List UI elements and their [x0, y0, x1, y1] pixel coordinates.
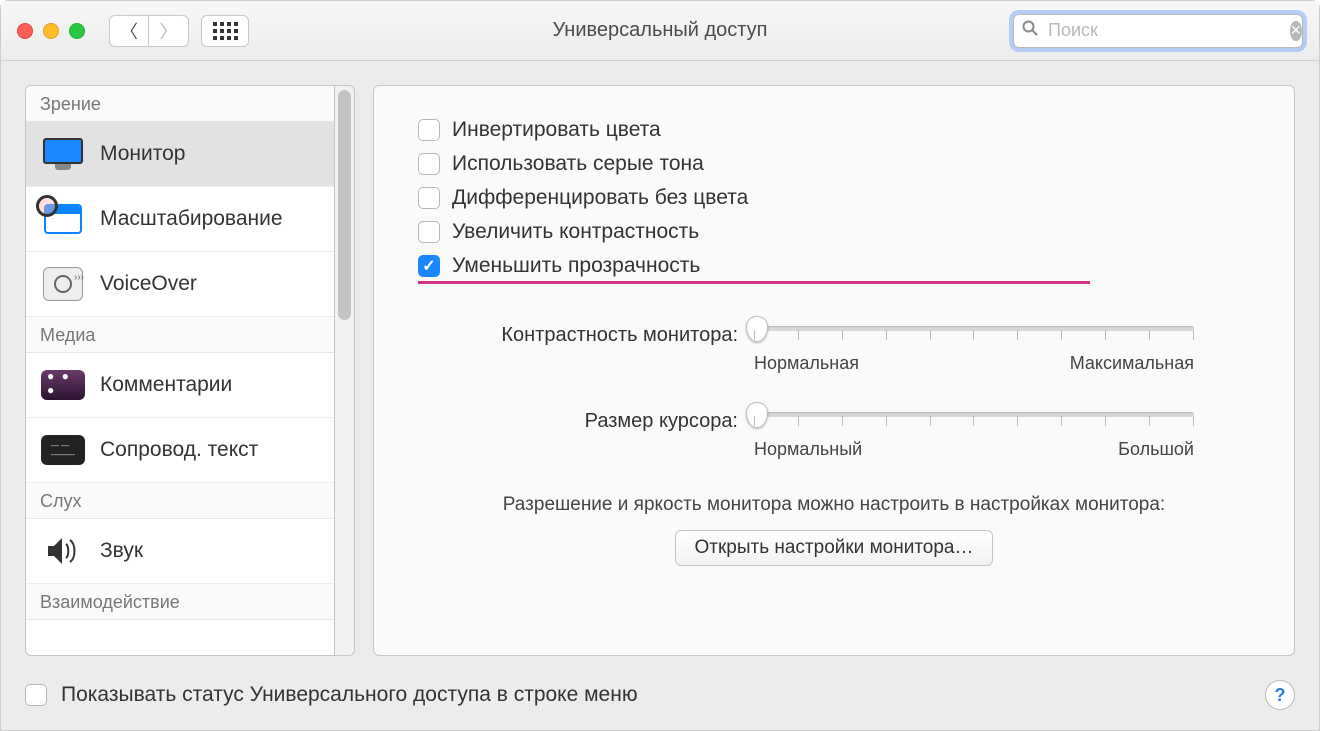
- sidebar-item-label: VoiceOver: [100, 272, 197, 296]
- slider-max-label: Максимальная: [1070, 353, 1194, 374]
- checkbox-icon: [418, 187, 440, 209]
- search-icon: [1022, 20, 1038, 41]
- minimize-window-button[interactable]: [43, 23, 59, 39]
- checkbox-increase-contrast[interactable]: Увеличить контрастность: [418, 220, 1250, 244]
- scrollbar-thumb[interactable]: [338, 90, 351, 320]
- cursor-label: Размер курсора:: [418, 408, 738, 433]
- sidebar-scrollbar[interactable]: [335, 85, 355, 656]
- sidebar-item-captions[interactable]: — ———— Сопровод. текст: [26, 418, 334, 483]
- monitor-icon: [40, 134, 86, 174]
- sidebar-item-label: Сопровод. текст: [100, 438, 258, 462]
- window-title: Универсальный доступ: [552, 19, 767, 42]
- sidebar-container: Зрение Монитор Масштабирование ›››: [25, 85, 355, 656]
- search-input[interactable]: [1046, 19, 1282, 42]
- show-all-button[interactable]: [201, 15, 249, 47]
- traffic-lights: [17, 23, 85, 39]
- checkbox-reduce-transparency[interactable]: Уменьшить прозрачность: [418, 254, 1250, 278]
- sidebar-item-label: Звук: [100, 539, 143, 563]
- show-status-label[interactable]: Показывать статус Универсального доступа…: [61, 683, 638, 707]
- section-header-vision: Зрение: [26, 86, 334, 122]
- checkbox-differentiate-without-color[interactable]: Дифференцировать без цвета: [418, 186, 1250, 210]
- sliders: Контрастность монитора: Нормальная Макси…: [418, 322, 1250, 460]
- cursor-slider[interactable]: Нормальный Большой: [754, 408, 1194, 460]
- checkbox-icon[interactable]: [25, 684, 47, 706]
- section-header-media: Медиа: [26, 317, 334, 353]
- contrast-slider-row: Контрастность монитора: Нормальная Макси…: [418, 322, 1250, 374]
- checkbox-label: Инвертировать цвета: [452, 118, 661, 142]
- checkbox-icon: [418, 153, 440, 175]
- zoom-icon: [40, 199, 86, 239]
- checkbox-invert-colors[interactable]: Инвертировать цвета: [418, 118, 1250, 142]
- section-header-hearing: Слух: [26, 483, 334, 519]
- forward-button[interactable]: 〉: [149, 15, 189, 47]
- main-panel: Инвертировать цвета Использовать серые т…: [373, 85, 1295, 656]
- clear-search-button[interactable]: ✕: [1290, 21, 1302, 41]
- sidebar-item-zoom[interactable]: Масштабирование: [26, 187, 334, 252]
- section-header-interaction: Взаимодействие: [26, 584, 334, 620]
- voiceover-icon: ›››: [40, 264, 86, 304]
- slider-min-label: Нормальная: [754, 353, 859, 374]
- sidebar-item-label: Комментарии: [100, 373, 232, 397]
- checkbox-label: Дифференцировать без цвета: [452, 186, 748, 210]
- footer: Показывать статус Универсального доступа…: [1, 668, 1319, 730]
- sidebar-item-monitor[interactable]: Монитор: [26, 122, 334, 187]
- sound-icon: [40, 531, 86, 571]
- checkbox-label: Уменьшить прозрачность: [452, 254, 700, 278]
- captions-icon: — ————: [40, 430, 86, 470]
- checkbox-label: Использовать серые тона: [452, 152, 704, 176]
- highlight-underline: [418, 281, 1090, 284]
- sidebar: Зрение Монитор Масштабирование ›››: [25, 85, 335, 656]
- sidebar-item-label: Масштабирование: [100, 207, 283, 231]
- contrast-slider[interactable]: Нормальная Максимальная: [754, 322, 1194, 374]
- display-hint-text: Разрешение и яркость монитора можно наст…: [418, 494, 1250, 516]
- checkbox-icon: [418, 255, 440, 277]
- window: 〈 〉 Универсальный доступ ✕ Зрение: [0, 0, 1320, 731]
- slider-max-label: Большой: [1118, 439, 1194, 460]
- checkbox-grayscale[interactable]: Использовать серые тона: [418, 152, 1250, 176]
- sidebar-item-comments[interactable]: ● ● ● Комментарии: [26, 353, 334, 418]
- checkbox-icon: [418, 119, 440, 141]
- sidebar-item-sound[interactable]: Звук: [26, 519, 334, 584]
- checkbox-label: Увеличить контрастность: [452, 220, 699, 244]
- contrast-label: Контрастность монитора:: [418, 322, 738, 347]
- checkbox-icon: [418, 221, 440, 243]
- chevron-left-icon: 〈: [120, 18, 138, 44]
- titlebar: 〈 〉 Универсальный доступ ✕: [1, 1, 1319, 61]
- nav-buttons: 〈 〉: [109, 15, 189, 47]
- body: Зрение Монитор Масштабирование ›››: [1, 61, 1319, 668]
- chevron-right-icon: 〉: [160, 18, 178, 44]
- slider-min-label: Нормальный: [754, 439, 862, 460]
- comments-icon: ● ● ●: [40, 365, 86, 405]
- close-window-button[interactable]: [17, 23, 33, 39]
- search-field[interactable]: ✕: [1013, 14, 1303, 48]
- cursor-slider-row: Размер курсора: Нормальный Большой: [418, 408, 1250, 460]
- help-button[interactable]: ?: [1265, 680, 1295, 710]
- sidebar-item-label: Монитор: [100, 142, 185, 166]
- back-button[interactable]: 〈: [109, 15, 149, 47]
- apps-grid-icon: [213, 22, 238, 40]
- sidebar-item-voiceover[interactable]: ››› VoiceOver: [26, 252, 334, 317]
- open-display-settings-button[interactable]: Открыть настройки монитора…: [675, 530, 992, 566]
- zoom-window-button[interactable]: [69, 23, 85, 39]
- help-icon: ?: [1275, 685, 1286, 706]
